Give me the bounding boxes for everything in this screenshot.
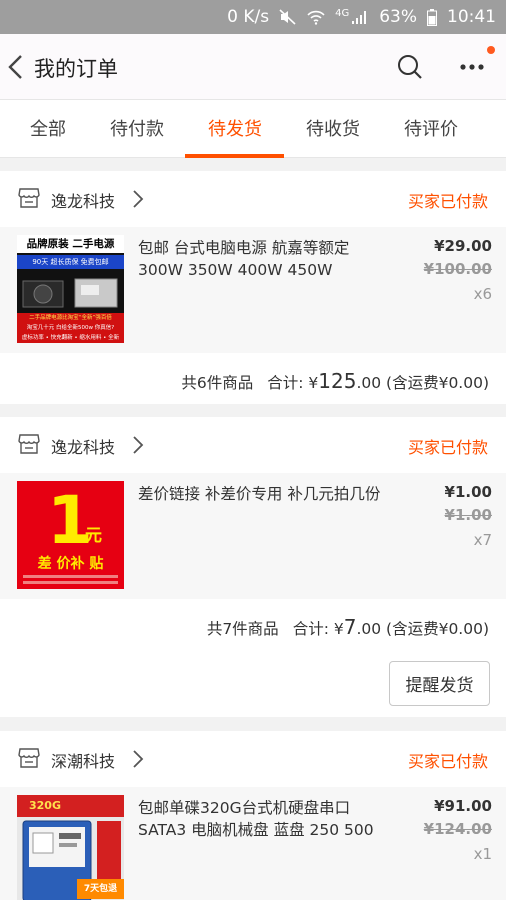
order-status: 买家已付款 <box>407 752 488 771</box>
thumb-caption: 差 价补 贴 <box>37 556 104 572</box>
chevron-right-icon[interactable] <box>132 189 144 209</box>
order-header: 逸龙科技 买家已付款 <box>0 171 506 227</box>
status-bar: 0 K/s 4G 63% 10:41 <box>0 0 506 34</box>
product-thumbnail: 320G 7天包退 <box>17 795 124 900</box>
order-card[interactable]: 逸龙科技 买家已付款 品牌原装 二手电源 90天 超长质保 免费包邮 二手品牌电… <box>0 171 506 404</box>
total-amount: 125 <box>318 369 357 393</box>
order-summary: 共7件商品 合计: ¥7.00 (含运费¥0.00) <box>207 615 489 639</box>
product-title[interactable]: 包邮单碟320G台式机硬盘串口SATA3 电脑机械盘 蓝盘 250 500 <box>138 797 390 841</box>
network-type: 4G <box>335 7 350 19</box>
thumb-promo: 二手品牌电源比淘宝“全新”强百倍 淘宝几十元 白给全新500w 你真信? 虚标功… <box>17 313 124 343</box>
more-icon[interactable] <box>460 61 484 73</box>
shop-icon <box>18 434 40 454</box>
thumb-line1: 品牌原装 二手电源 <box>17 235 124 253</box>
product-original-price: ¥1.00 <box>444 506 492 524</box>
order-card[interactable]: 逸龙科技 买家已付款 1 元 差 价补 贴 差价链接 补差价专用 补几元拍几份 … <box>0 417 506 717</box>
tab-pending-shipment[interactable]: 待发货 <box>190 100 280 158</box>
product-quantity: x1 <box>473 845 492 863</box>
back-arrow-icon[interactable] <box>6 54 26 80</box>
product-price: ¥1.00 <box>444 483 492 501</box>
page-title: 我的订单 <box>34 57 118 81</box>
product-title[interactable]: 包邮 台式电脑电源 航嘉等额定300W 350W 400W 450W 500W… <box>138 237 390 281</box>
item-count: 共6件商品 <box>181 374 254 392</box>
product-price: ¥91.00 <box>434 797 492 815</box>
clock: 10:41 <box>447 7 496 27</box>
shop-icon <box>18 748 40 768</box>
tab-pending-payment[interactable]: 待付款 <box>96 100 178 158</box>
product-original-price: ¥100.00 <box>423 260 492 278</box>
order-item[interactable]: 品牌原装 二手电源 90天 超长质保 免费包邮 二手品牌电源比淘宝“全新”强百倍… <box>0 227 506 353</box>
network-speed: 0 K/s <box>227 7 270 27</box>
battery-icon <box>427 8 437 26</box>
order-item[interactable]: 1 元 差 价补 贴 差价链接 补差价专用 补几元拍几份 ¥1.00 ¥1.00… <box>0 473 506 599</box>
order-tabs: 全部 待付款 待发货 待收货 待评价 <box>0 100 506 158</box>
product-quantity: x6 <box>473 285 492 303</box>
order-item[interactable]: 320G 7天包退 包邮单碟320G台式机硬盘串口SATA3 电脑机械盘 蓝盘 … <box>0 787 506 900</box>
signal-icon <box>352 11 367 24</box>
order-header: 逸龙科技 买家已付款 <box>0 417 506 473</box>
wifi-icon <box>307 10 325 25</box>
product-quantity: x7 <box>473 531 492 549</box>
total-label: 合计: ¥ <box>292 620 344 638</box>
product-price: ¥29.00 <box>434 237 492 255</box>
tab-all[interactable]: 全部 <box>10 100 86 158</box>
active-tab-indicator <box>185 154 284 158</box>
order-header: 深潮科技 买家已付款 <box>0 731 506 787</box>
total-decimal: .00 <box>356 620 382 638</box>
shipping-fee: (含运费¥0.00) <box>386 620 489 638</box>
total-label: 合计: ¥ <box>267 374 319 392</box>
product-thumbnail: 1 元 差 价补 贴 <box>17 481 124 589</box>
shop-name[interactable]: 逸龙科技 <box>51 188 115 212</box>
shop-icon <box>18 188 40 208</box>
product-original-price: ¥124.00 <box>423 820 492 838</box>
order-status: 买家已付款 <box>407 192 488 211</box>
chevron-right-icon[interactable] <box>132 435 144 455</box>
product-thumbnail: 品牌原装 二手电源 90天 超长质保 免费包邮 二手品牌电源比淘宝“全新”强百倍… <box>17 235 124 343</box>
shop-name[interactable]: 逸龙科技 <box>51 434 115 458</box>
shop-name[interactable]: 深潮科技 <box>51 748 115 772</box>
order-summary: 共6件商品 合计: ¥125.00 (含运费¥0.00) <box>181 369 489 393</box>
notification-dot <box>487 46 495 54</box>
order-card[interactable]: 深潮科技 买家已付款 320G 7天包退 包邮单碟320G台式机硬盘串口SATA… <box>0 731 506 900</box>
thumb-line3: 二手品牌电源比淘宝“全新”强百倍 <box>29 315 112 321</box>
shipping-fee: (含运费¥0.00) <box>386 374 489 392</box>
power-supply-image <box>22 278 118 308</box>
tab-pending-review[interactable]: 待评价 <box>388 100 474 158</box>
product-title[interactable]: 差价链接 补差价专用 补几元拍几份 <box>138 483 390 527</box>
thumb-line5: 虚标功率 • 快充翻新 • 缩水用料 • 全新 <box>21 335 120 341</box>
tab-pending-receipt[interactable]: 待收货 <box>290 100 376 158</box>
chevron-right-icon[interactable] <box>132 749 144 769</box>
total-amount: 7 <box>343 615 357 639</box>
thumb-tag: 7天包退 <box>77 879 124 899</box>
battery-percent: 63% <box>379 7 417 27</box>
search-icon[interactable] <box>397 54 423 80</box>
total-decimal: .00 <box>356 374 382 392</box>
remind-shipment-button[interactable]: 提醒发货 <box>389 661 490 706</box>
thumb-line4: 淘宝几十元 白给全新500w 你真信? <box>26 325 115 331</box>
thumb-unit: 元 <box>85 526 102 546</box>
thumb-line2: 90天 超长质保 免费包邮 <box>17 255 124 269</box>
item-count: 共7件商品 <box>206 620 279 638</box>
mute-icon <box>279 9 296 25</box>
nav-bar: 我的订单 <box>0 34 506 100</box>
order-status: 买家已付款 <box>407 438 488 457</box>
thumb-label: 320G <box>17 795 124 817</box>
